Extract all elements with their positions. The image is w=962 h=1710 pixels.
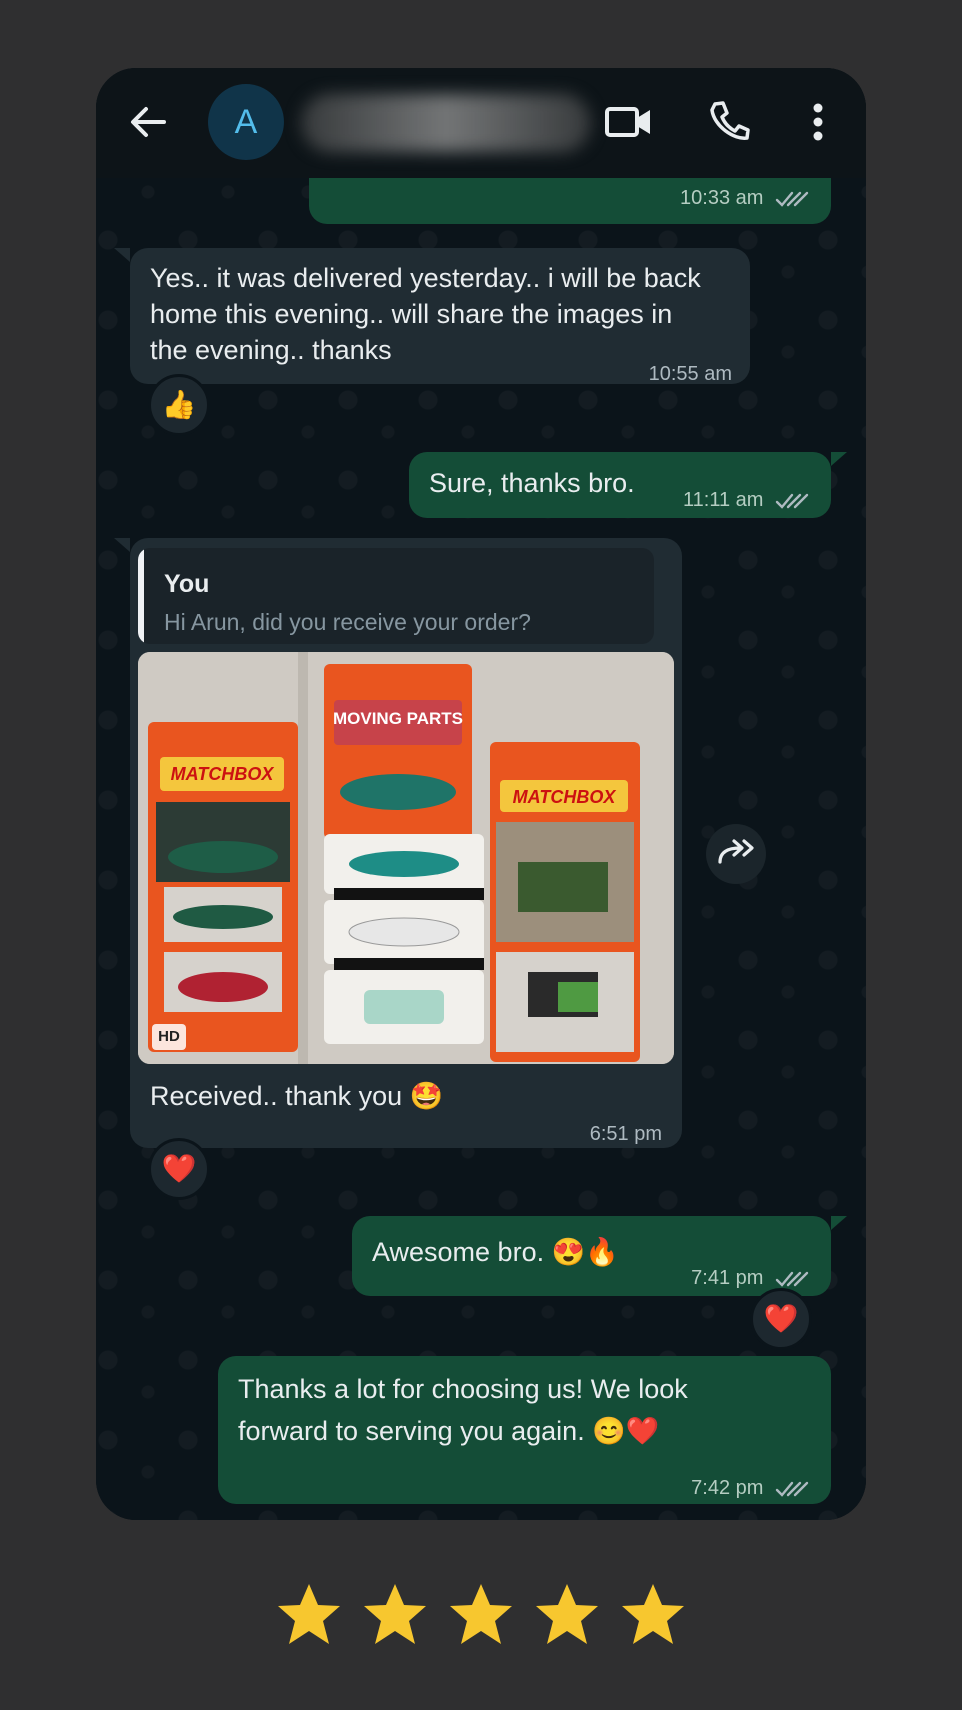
quoted-author: You [164, 570, 210, 598]
message-photo[interactable]: MATCHBOX MOVING PARTS MATCHBOX HD [138, 652, 674, 1064]
star-icon [622, 1584, 684, 1644]
forward-icon [718, 839, 754, 864]
video-call-icon[interactable] [604, 98, 654, 146]
message-outgoing[interactable]: Sure, thanks bro. 11:11 am [409, 452, 831, 518]
chat-screen: A 10:33 am Yes.. it was delivered yester… [96, 68, 866, 1520]
quote-bar [138, 548, 144, 644]
message-time: 11:11 am [683, 482, 811, 518]
read-ticks-icon [775, 191, 809, 207]
photo-brand-label-3: MATCHBOX [513, 787, 617, 807]
message-incoming[interactable]: Yes.. it was delivered yesterday.. i wil… [130, 248, 750, 385]
bubble-tail [831, 1216, 847, 1230]
more-options-icon[interactable] [808, 98, 828, 146]
message-outgoing[interactable]: Thanks a lot for choosing us! We look fo… [218, 1356, 831, 1504]
back-arrow-icon[interactable] [126, 100, 170, 144]
photo-brand-label-2: MOVING PARTS [333, 709, 463, 728]
reaction-thumbs-up[interactable]: 👍 [148, 374, 210, 436]
message-text: Awesome bro. 😍🔥 [372, 1237, 619, 1267]
message-text: Yes.. it was delivered yesterday.. i wil… [150, 263, 701, 365]
contact-avatar[interactable]: A [208, 84, 284, 160]
message-text: Thanks a lot for choosing us! We look fo… [238, 1374, 688, 1446]
bubble-tail [831, 452, 847, 466]
quoted-text: Hi Arun, did you receive your order? [164, 609, 531, 635]
reaction-heart[interactable]: ❤️ [750, 1288, 812, 1350]
message-incoming-image[interactable]: You Hi Arun, did you receive your order?… [130, 538, 682, 1148]
contact-name-blurred[interactable] [301, 94, 591, 152]
quoted-reply[interactable]: You Hi Arun, did you receive your order? [138, 548, 654, 644]
message-time: 6:51 pm [589, 1123, 662, 1145]
star-icon [278, 1584, 340, 1644]
photo-brand-label: MATCHBOX [171, 764, 275, 784]
message-time: 10:55 am [648, 363, 732, 385]
bubble-tail [114, 248, 130, 262]
message-time: 7:42 pm [691, 1470, 811, 1506]
read-ticks-icon [775, 493, 809, 509]
message-text: Sure, thanks bro. [429, 468, 635, 498]
forward-button[interactable] [706, 824, 766, 884]
star-icon [536, 1584, 598, 1644]
read-ticks-icon [775, 1481, 809, 1497]
reaction-heart[interactable]: ❤️ [148, 1138, 210, 1200]
message-time: 10:33 am [680, 180, 811, 216]
read-ticks-icon [775, 1271, 809, 1287]
chat-header: A [96, 68, 866, 178]
phone-call-icon[interactable] [706, 98, 750, 146]
photo-matchbox-cars: MATCHBOX MOVING PARTS MATCHBOX [138, 652, 674, 1064]
star-icon [450, 1584, 512, 1644]
hd-badge: HD [152, 1024, 186, 1050]
message-text: Received.. thank you 🤩 [150, 1081, 444, 1111]
message-outgoing[interactable]: Awesome bro. 😍🔥 7:41 pm [352, 1216, 831, 1296]
bubble-tail [114, 538, 130, 552]
star-rating [276, 1582, 686, 1646]
star-icon [364, 1584, 426, 1644]
